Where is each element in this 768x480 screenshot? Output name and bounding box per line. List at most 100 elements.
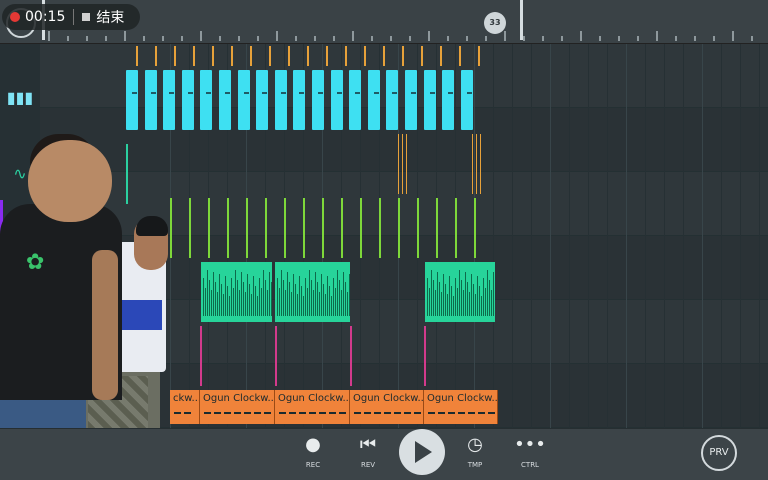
piano-icon[interactable]: ▮▮▮ xyxy=(6,88,34,108)
wave-line xyxy=(245,292,246,316)
note-tick xyxy=(212,46,214,66)
ruler-tick xyxy=(675,36,677,41)
ruler-tick xyxy=(371,36,373,41)
note-tick xyxy=(269,46,271,66)
wave-line xyxy=(451,286,452,316)
loop-end-line[interactable] xyxy=(520,0,523,40)
note-tick xyxy=(440,46,442,66)
wave-line xyxy=(473,284,474,316)
pattern-note xyxy=(312,70,324,130)
note-tick xyxy=(417,198,419,258)
clip-dash xyxy=(289,412,296,414)
pattern-note xyxy=(126,70,138,130)
wave-line xyxy=(299,276,300,316)
pattern-note xyxy=(442,70,454,130)
note-tick xyxy=(478,46,480,66)
audio-clip xyxy=(275,262,350,322)
wave-line xyxy=(271,282,272,316)
ruler-tick xyxy=(637,36,639,41)
clip-dash xyxy=(428,412,435,414)
note-tick xyxy=(459,46,461,66)
wave-line xyxy=(469,292,470,316)
ruler-tick xyxy=(48,31,50,41)
sample-clip[interactable]: Ogun Clockw... xyxy=(350,390,424,424)
wave-line xyxy=(289,282,290,316)
wave-line xyxy=(333,278,334,316)
record-button[interactable]: ● REC xyxy=(291,429,335,480)
screen-recording-indicator[interactable]: 00:15 结束 xyxy=(2,4,140,30)
note-tick xyxy=(136,46,138,66)
wave-line xyxy=(461,280,462,316)
sample-clip[interactable]: Ogun Clockw... xyxy=(200,390,275,424)
ruler-tick xyxy=(200,31,202,41)
wave-line xyxy=(431,270,432,316)
clip-dash xyxy=(234,412,241,414)
ctrl-label: CTRL xyxy=(521,461,539,469)
ruler-tick xyxy=(428,31,430,41)
grid-line xyxy=(493,44,494,428)
tempo-button[interactable]: ◷ TMP xyxy=(453,429,497,480)
grid-line xyxy=(702,44,703,428)
wave-line xyxy=(467,282,468,316)
bar-marker[interactable]: 33 xyxy=(484,12,506,34)
wave-line xyxy=(311,280,312,316)
preview-button[interactable]: PRV xyxy=(701,435,737,471)
note-tick xyxy=(424,326,426,386)
wave-line xyxy=(213,272,214,316)
clip-dash xyxy=(448,412,455,414)
ruler-tick xyxy=(485,36,487,41)
rewind-button[interactable]: ⏮ REV xyxy=(346,429,390,480)
ruler-tick xyxy=(542,36,544,41)
sample-clip-title: Ogun Clockw... xyxy=(278,393,350,404)
grid-line xyxy=(569,44,570,428)
grid-line xyxy=(721,44,722,428)
wave-line xyxy=(263,270,264,316)
ruler-tick xyxy=(276,31,278,41)
person-arm xyxy=(92,250,118,400)
pattern-note xyxy=(386,70,398,130)
ruler-tick xyxy=(314,36,316,41)
pattern-note xyxy=(182,70,194,130)
play-button[interactable] xyxy=(399,429,445,475)
wave-line xyxy=(205,288,206,316)
ruler-tick xyxy=(447,36,449,41)
wave-line xyxy=(477,276,478,316)
stop-recording-label[interactable]: 结束 xyxy=(96,7,124,27)
record-label: REC xyxy=(305,461,321,469)
clip-dash xyxy=(404,412,411,414)
pattern-note xyxy=(163,70,175,130)
note-tick xyxy=(284,198,286,258)
note-tick xyxy=(364,46,366,66)
clip-dash xyxy=(264,412,271,414)
ctrl-button[interactable]: ••• CTRL xyxy=(508,429,552,480)
note-tick xyxy=(379,198,381,258)
grid-line xyxy=(740,44,741,428)
sample-clip[interactable]: ckw... xyxy=(170,390,200,424)
clip-dash xyxy=(329,412,336,414)
sample-clip[interactable]: Ogun Clockw... xyxy=(424,390,498,424)
note-tick xyxy=(246,198,248,258)
track-row[interactable] xyxy=(0,108,768,172)
note-tick xyxy=(350,326,352,386)
wave-line xyxy=(479,286,480,316)
wave-line xyxy=(209,280,210,316)
note-tick xyxy=(480,134,481,194)
wave-line xyxy=(243,282,244,316)
clip-dash xyxy=(214,412,221,414)
wave-line xyxy=(441,292,442,316)
wave-line xyxy=(293,274,294,316)
wave-line xyxy=(233,288,234,316)
sample-clip[interactable]: Ogun Clockw... xyxy=(275,390,350,424)
transport-bar: ● REC ⏮ REV ◷ TMP ••• CTRL PRV xyxy=(0,428,768,480)
wave-line xyxy=(489,280,490,316)
wave-line xyxy=(313,290,314,316)
note-tick xyxy=(476,134,477,194)
grid-line xyxy=(550,44,551,428)
wave-line xyxy=(303,296,304,316)
wave-line xyxy=(225,276,226,316)
wave-line xyxy=(241,272,242,316)
clip-dash xyxy=(394,412,401,414)
wave-line xyxy=(323,284,324,316)
note-tick xyxy=(406,134,407,194)
note-tick xyxy=(155,46,157,66)
